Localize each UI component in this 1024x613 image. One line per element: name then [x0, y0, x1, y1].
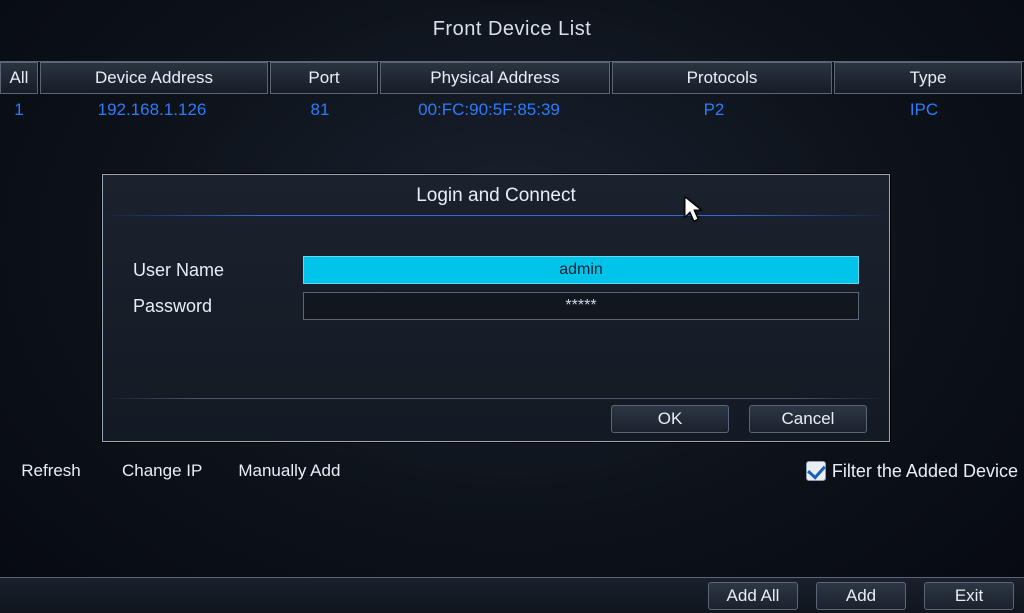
cell-index: 1: [0, 94, 38, 126]
username-input[interactable]: admin: [303, 256, 859, 284]
modal-divider: [103, 215, 889, 216]
action-row: Refresh Change IP Manually Add Filter th…: [0, 458, 1024, 484]
cell-physical-address: 00:FC:90:5F:85:39: [374, 94, 604, 126]
manually-add-button[interactable]: Manually Add: [228, 458, 350, 484]
table-row[interactable]: 1 192.168.1.126 81 00:FC:90:5F:85:39 P2 …: [0, 94, 1024, 126]
device-table: All Device Address Port Physical Address…: [0, 61, 1024, 126]
add-all-button[interactable]: Add All: [708, 582, 798, 610]
col-header-index[interactable]: All: [0, 62, 38, 94]
cell-protocols: P2: [604, 94, 824, 126]
login-modal: Login and Connect User Name admin Passwo…: [102, 174, 890, 442]
change-ip-button[interactable]: Change IP: [112, 458, 212, 484]
username-row: User Name admin: [103, 256, 889, 284]
password-row: Password *****: [103, 292, 889, 320]
col-header-type[interactable]: Type: [834, 62, 1022, 94]
modal-footer-divider: [103, 398, 889, 399]
username-label: User Name: [133, 260, 303, 281]
modal-title: Login and Connect: [103, 175, 889, 215]
table-header-row: All Device Address Port Physical Address…: [0, 62, 1024, 94]
filter-added-device[interactable]: Filter the Added Device: [806, 461, 1018, 482]
exit-button[interactable]: Exit: [924, 582, 1014, 610]
window-title: Front Device List: [0, 0, 1024, 41]
cell-device-address: 192.168.1.126: [38, 94, 266, 126]
password-label: Password: [133, 296, 303, 317]
col-header-protocols[interactable]: Protocols: [612, 62, 832, 94]
cancel-button[interactable]: Cancel: [749, 405, 867, 433]
refresh-button[interactable]: Refresh: [6, 458, 96, 484]
cell-port: 81: [266, 94, 374, 126]
bottom-bar: Add All Add Exit: [0, 577, 1024, 613]
col-header-physical-address[interactable]: Physical Address: [380, 62, 610, 94]
ok-button[interactable]: OK: [611, 405, 729, 433]
cell-type: IPC: [824, 94, 1024, 126]
add-button[interactable]: Add: [816, 582, 906, 610]
modal-button-row: OK Cancel: [611, 405, 867, 433]
col-header-device-address[interactable]: Device Address: [40, 62, 268, 94]
password-input[interactable]: *****: [303, 292, 859, 320]
filter-label: Filter the Added Device: [832, 461, 1018, 482]
filter-checkbox-icon[interactable]: [806, 461, 826, 481]
col-header-port[interactable]: Port: [270, 62, 378, 94]
